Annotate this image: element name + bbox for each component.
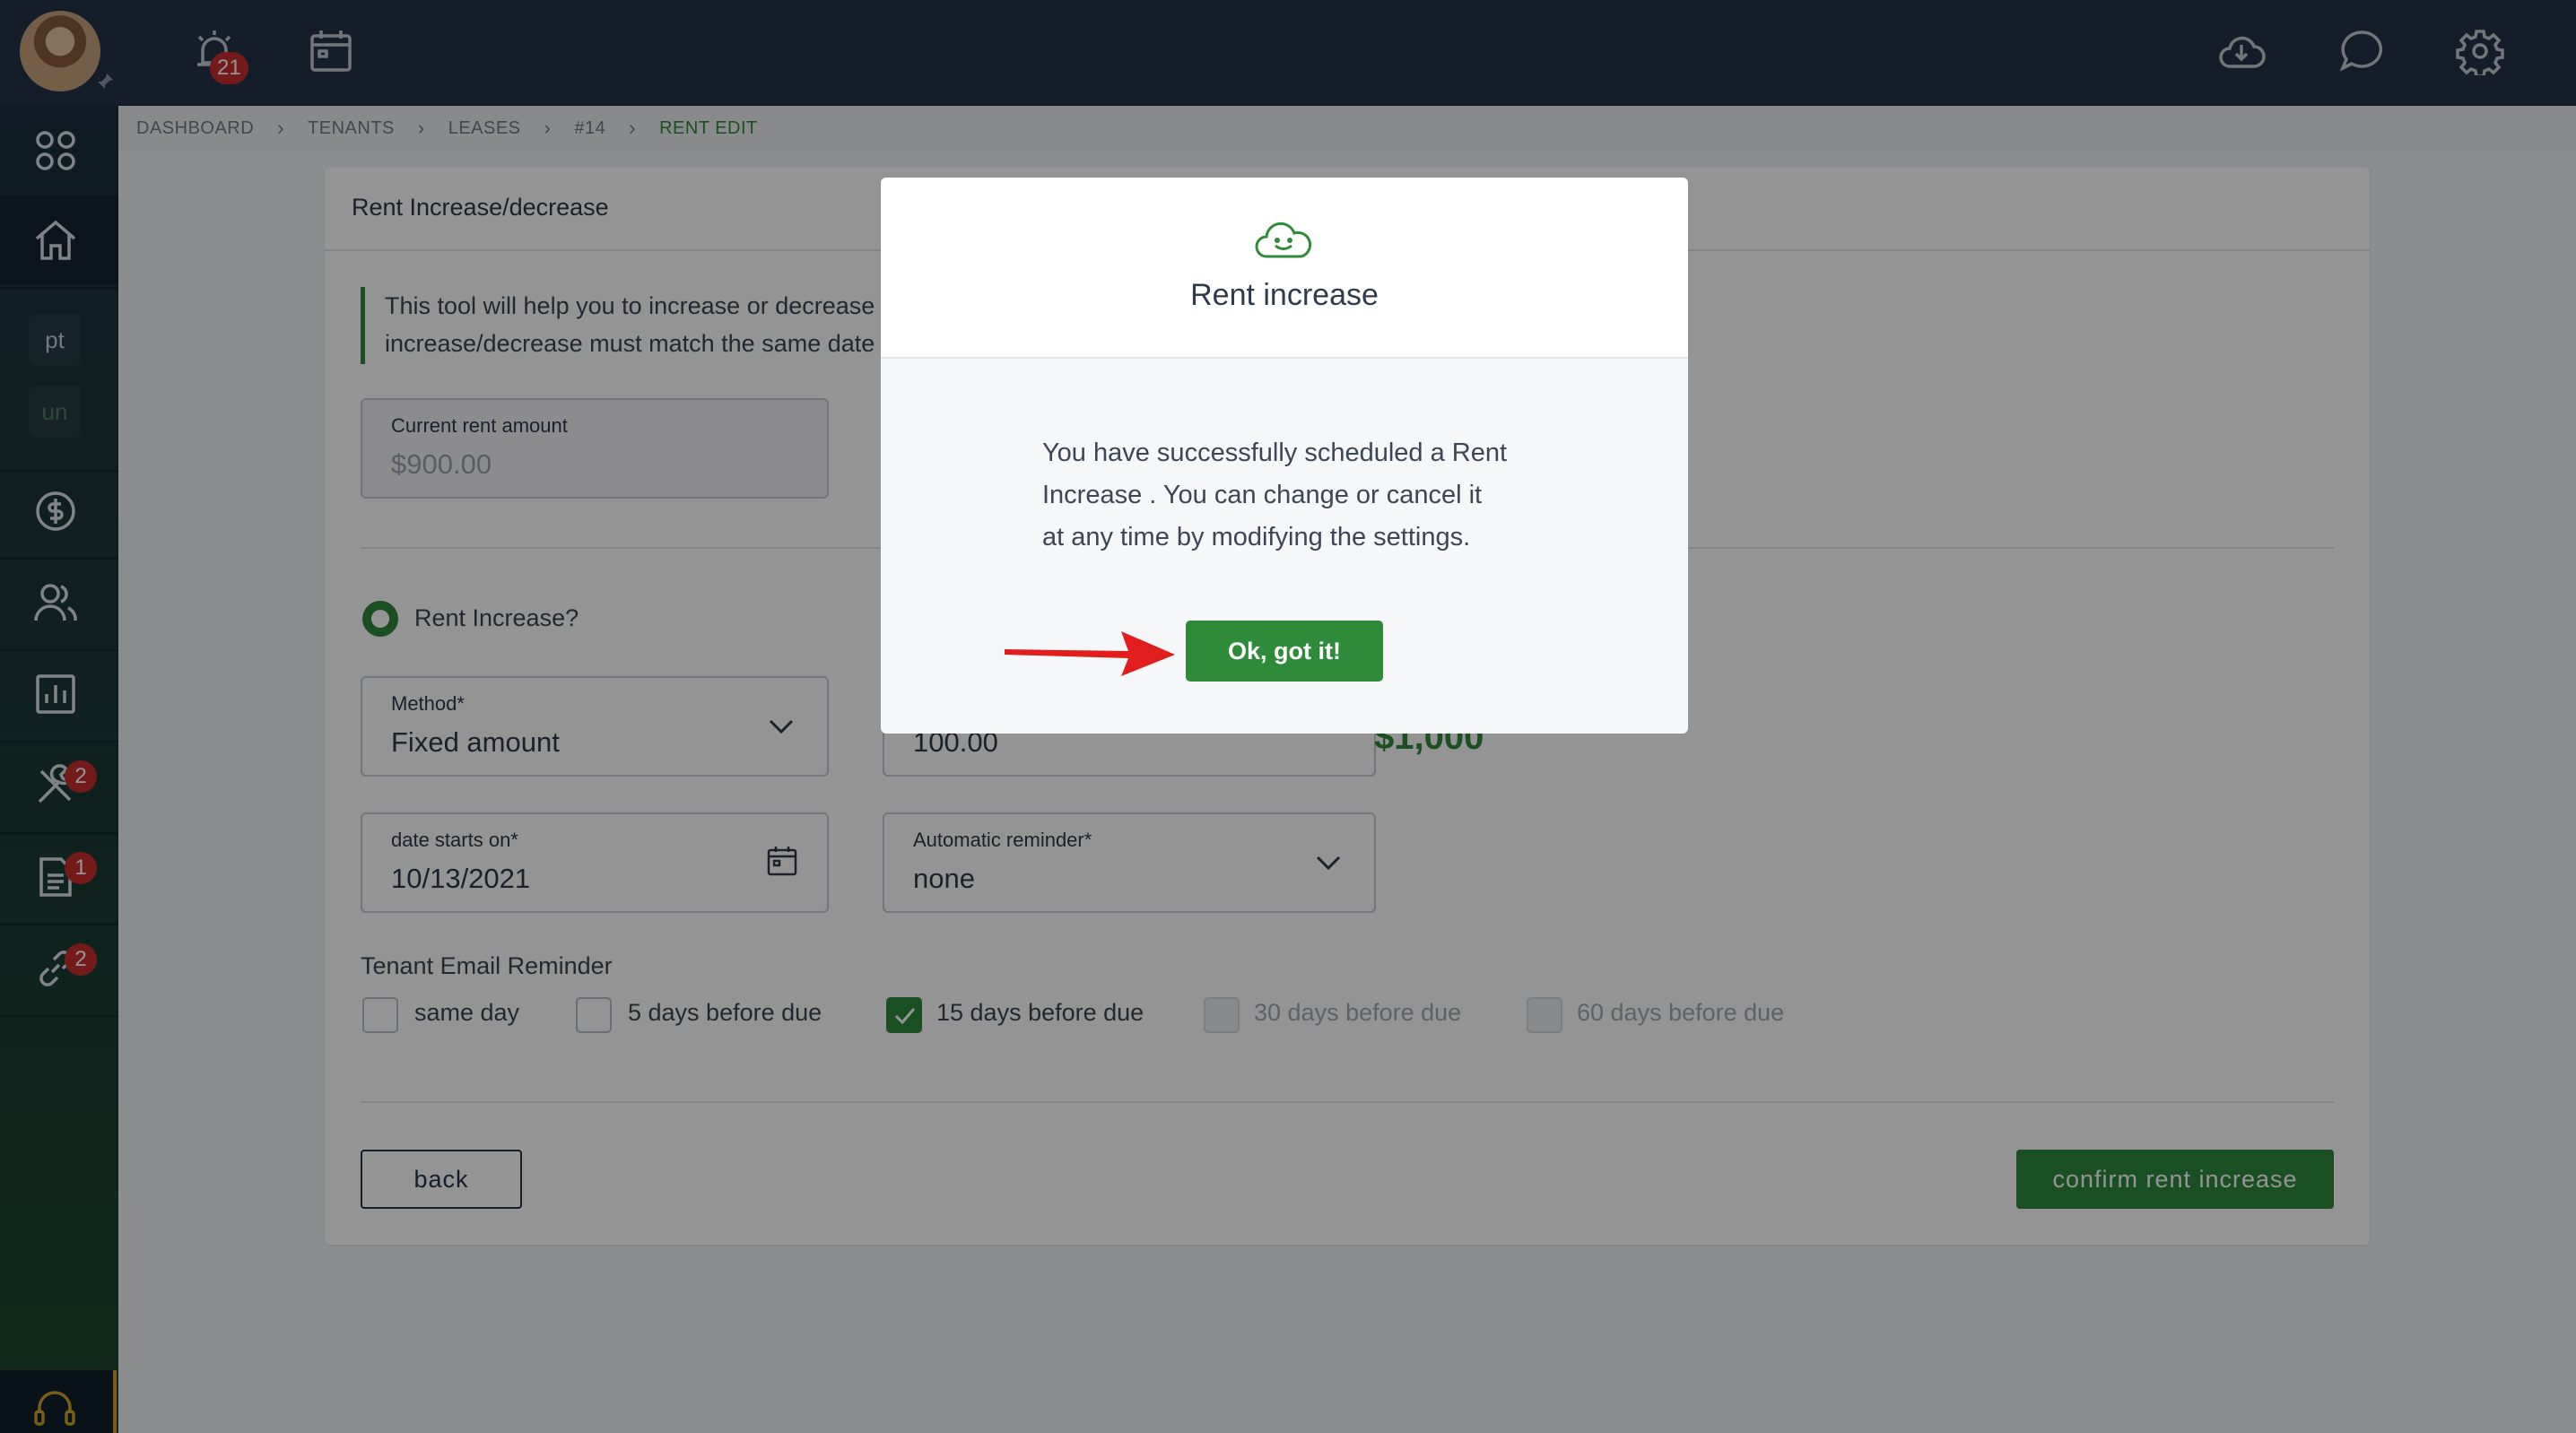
annotation-arrow-icon <box>1005 631 1175 676</box>
rent-increase-modal: Rent increase You have successfully sche… <box>881 178 1688 734</box>
modal-message: You have successfully scheduled a Rent I… <box>1042 439 1508 551</box>
modal-title: Rent increase <box>1190 278 1379 312</box>
modal-header: Rent increase <box>881 178 1688 359</box>
ok-got-it-button[interactable]: Ok, got it! <box>1186 621 1383 682</box>
smiling-cloud-icon <box>1255 221 1312 258</box>
